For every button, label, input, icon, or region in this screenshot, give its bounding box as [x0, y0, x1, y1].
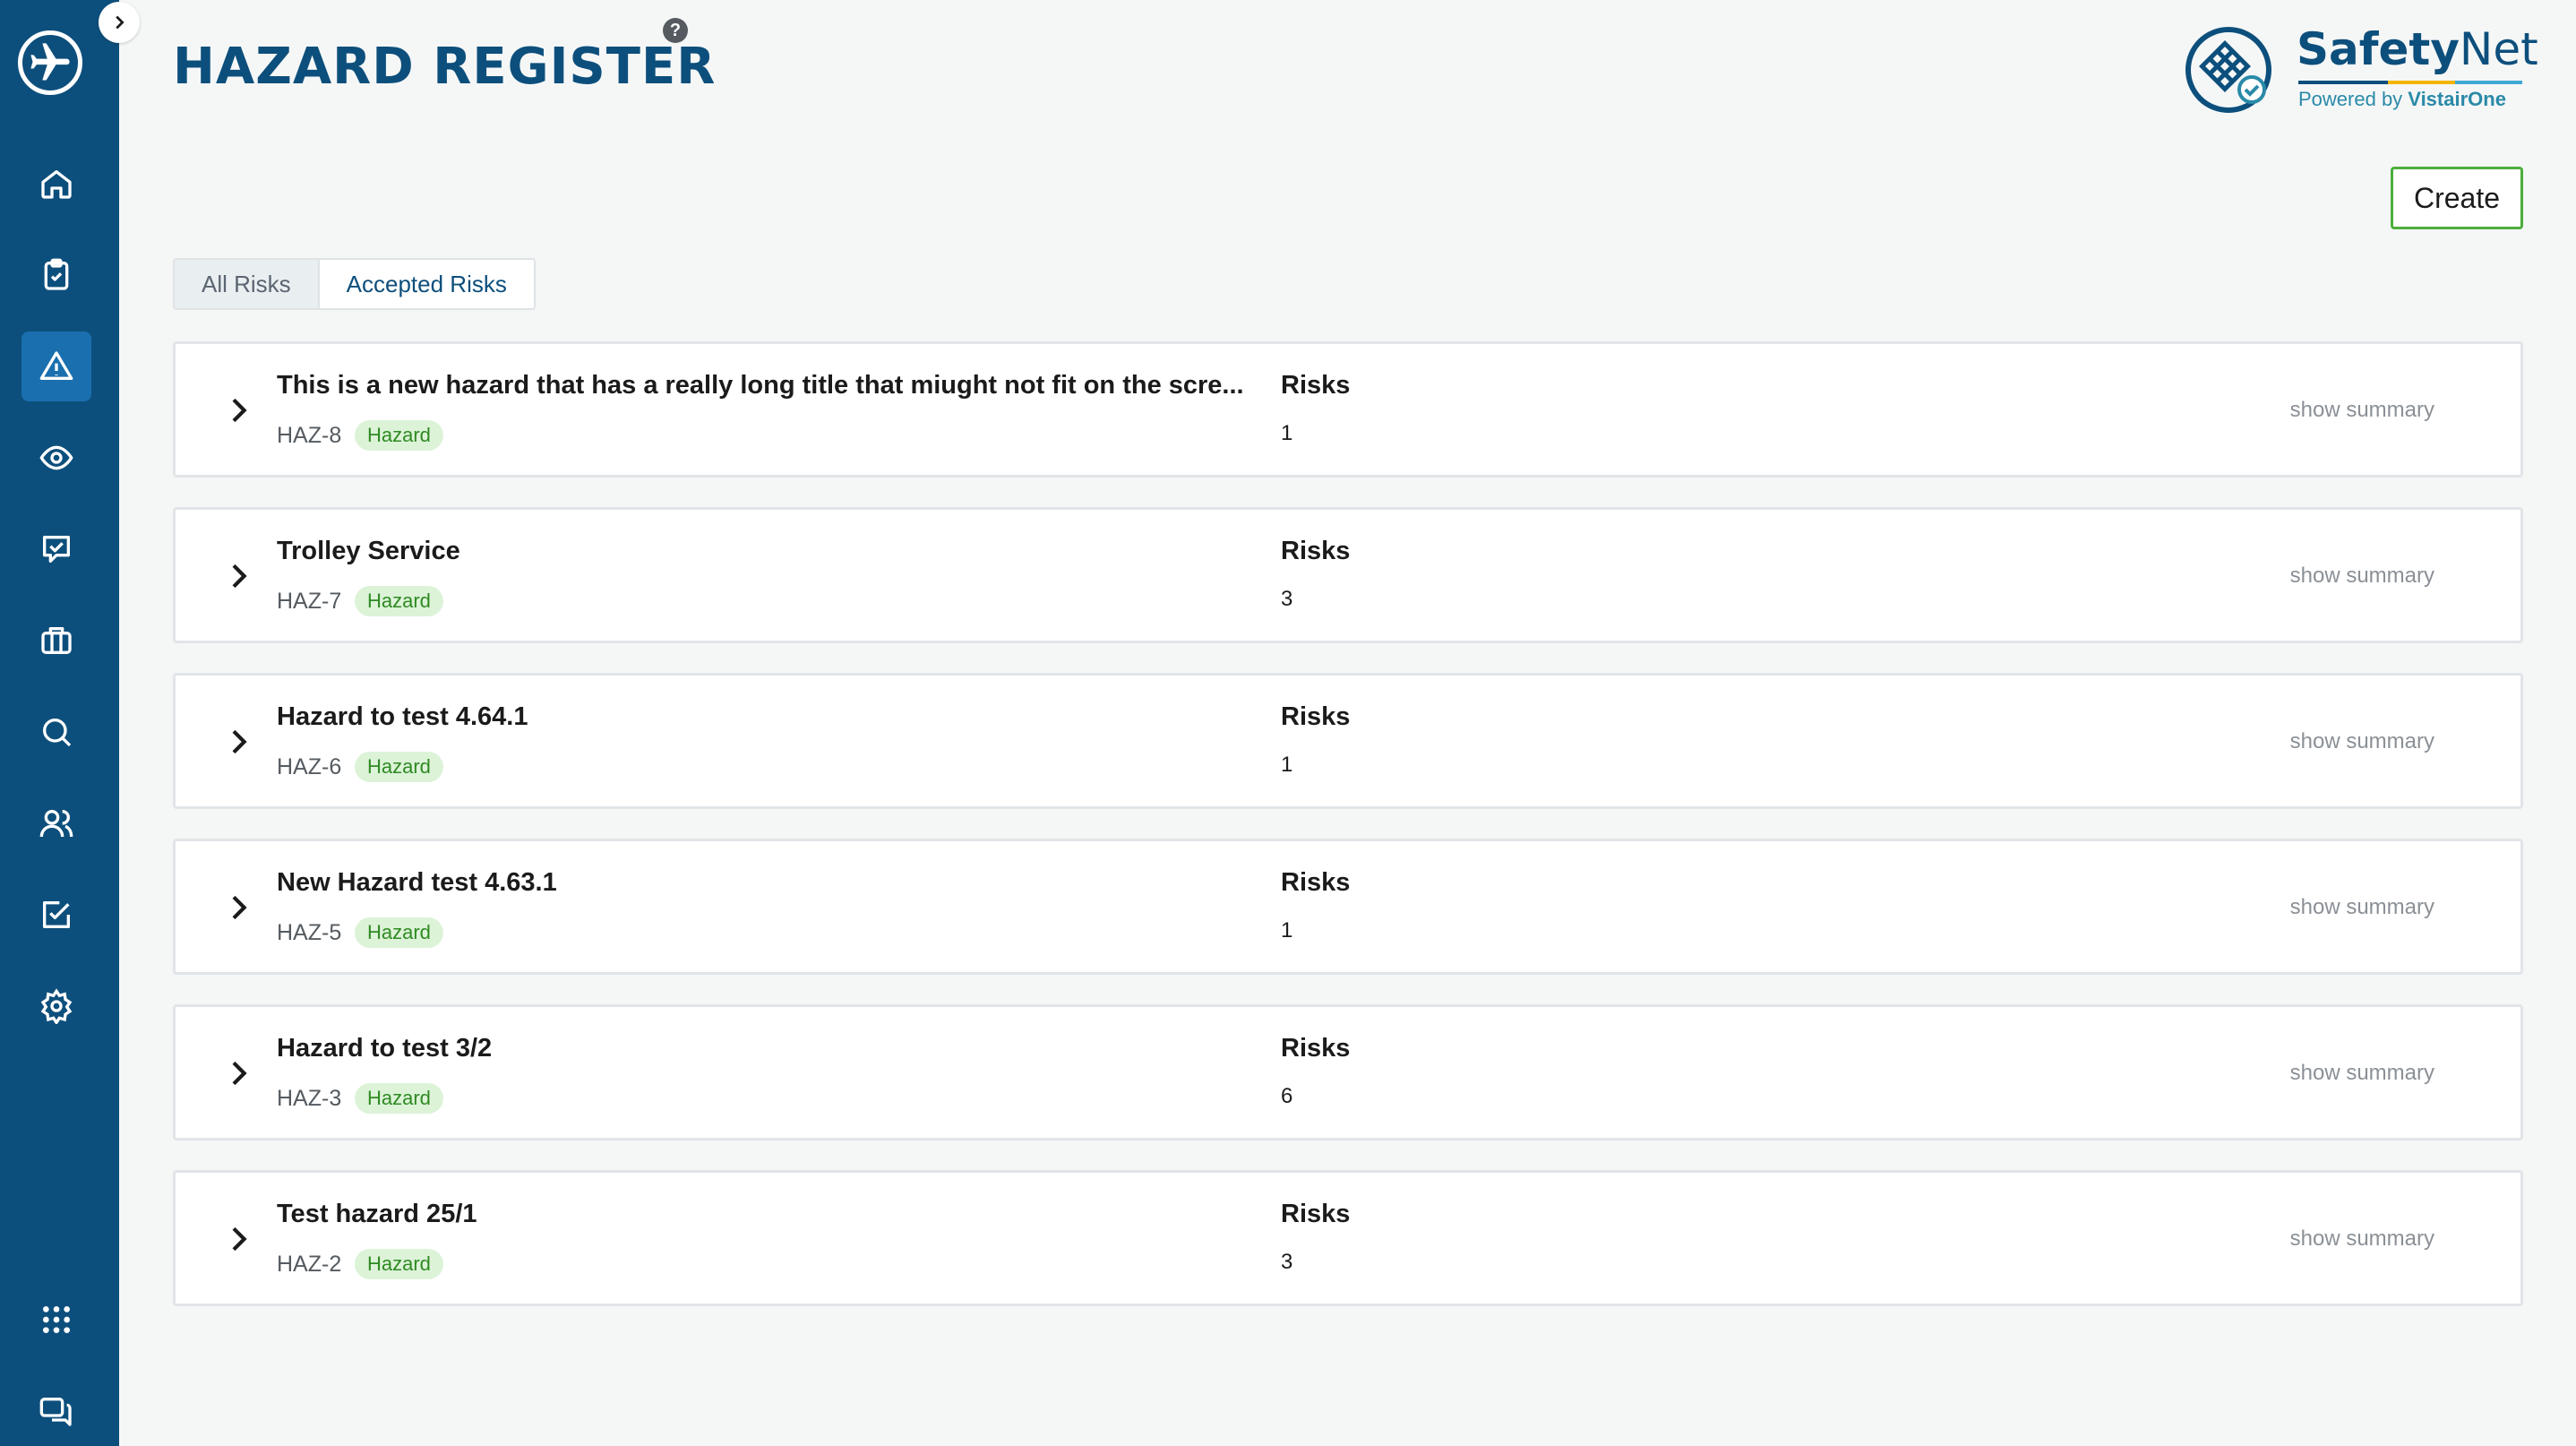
- hazard-type-badge: Hazard: [355, 1249, 443, 1279]
- brand-powered-by: Powered by VistairOne: [2298, 88, 2506, 110]
- risks-count: 1: [1281, 753, 1293, 777]
- risks-count: 1: [1281, 918, 1293, 942]
- risks-count: 3: [1281, 1250, 1293, 1274]
- hazard-id: HAZ-7: [277, 589, 342, 614]
- show-summary-link[interactable]: show summary: [2290, 398, 2434, 423]
- apps-grid-icon[interactable]: [21, 1285, 91, 1355]
- hazard-type-badge: Hazard: [355, 917, 443, 948]
- hazard-card[interactable]: Hazard to test 4.64.1 HAZ-6 Hazard Risks…: [173, 673, 2523, 809]
- risks-label: Risks: [1281, 868, 1351, 897]
- warning-icon[interactable]: [21, 331, 91, 401]
- show-summary-link[interactable]: show summary: [2290, 564, 2434, 589]
- hazard-id: HAZ-2: [277, 1252, 342, 1277]
- risk-tabs: All Risks Accepted Risks: [173, 258, 536, 310]
- hazard-id: HAZ-5: [277, 920, 342, 945]
- show-summary-link[interactable]: show summary: [2290, 895, 2434, 920]
- hazard-card[interactable]: This is a new hazard that has a really l…: [173, 341, 2523, 478]
- hazard-type-badge: Hazard: [355, 420, 443, 451]
- page-title: HAZARD REGISTER: [173, 38, 717, 96]
- show-summary-link[interactable]: show summary: [2290, 1061, 2434, 1086]
- risks-label: Risks: [1281, 371, 1351, 400]
- chevron-right-icon[interactable]: [220, 1221, 256, 1257]
- hazard-id: HAZ-3: [277, 1086, 342, 1111]
- brand-name: SafetyNet: [2297, 23, 2538, 75]
- search-icon[interactable]: [21, 697, 91, 767]
- hazard-title: Hazard to test 4.64.1: [277, 702, 528, 731]
- hazard-type-badge: Hazard: [355, 752, 443, 782]
- risks-label: Risks: [1281, 537, 1351, 565]
- hazard-title: Hazard to test 3/2: [277, 1034, 493, 1063]
- chevron-right-icon[interactable]: [220, 558, 256, 594]
- risks-count: 1: [1281, 421, 1293, 445]
- hazard-type-badge: Hazard: [355, 586, 443, 616]
- show-summary-link[interactable]: show summary: [2290, 729, 2434, 754]
- risks-count: 6: [1281, 1084, 1293, 1108]
- clipboard-check-icon[interactable]: [21, 240, 91, 310]
- chevron-right-icon[interactable]: [220, 724, 256, 760]
- airplane-logo-icon[interactable]: [18, 30, 82, 95]
- hazard-title: Trolley Service: [277, 537, 460, 565]
- safetynet-logo-icon: [2185, 27, 2271, 113]
- hazard-card[interactable]: Hazard to test 3/2 HAZ-3 Hazard Risks 6 …: [173, 1004, 2523, 1140]
- chevron-right-icon[interactable]: [220, 392, 256, 428]
- checkbox-edit-icon[interactable]: [21, 880, 91, 950]
- home-icon[interactable]: [21, 149, 91, 219]
- brand-logo: SafetyNet Powered by VistairOne: [2184, 23, 2538, 116]
- help-icon[interactable]: ?: [663, 18, 688, 43]
- hazard-list: This is a new hazard that has a really l…: [173, 341, 2523, 1336]
- gear-icon[interactable]: [21, 971, 91, 1041]
- hazard-title: This is a new hazard that has a really l…: [277, 371, 1244, 400]
- hazard-title: Test hazard 25/1: [277, 1200, 477, 1228]
- hazard-id: HAZ-8: [277, 423, 342, 448]
- risks-label: Risks: [1281, 702, 1351, 731]
- hazard-card[interactable]: New Hazard test 4.63.1 HAZ-5 Hazard Risk…: [173, 839, 2523, 975]
- hazard-card[interactable]: Trolley Service HAZ-7 Hazard Risks 3 sho…: [173, 507, 2523, 643]
- message-check-icon[interactable]: [21, 514, 91, 584]
- chat-bubbles-icon[interactable]: [21, 1376, 91, 1446]
- brand-underline: [2298, 81, 2522, 84]
- eye-icon[interactable]: [21, 423, 91, 493]
- sidebar-expand-button[interactable]: [99, 2, 140, 43]
- hazard-title: New Hazard test 4.63.1: [277, 868, 557, 897]
- tab-accepted-risks[interactable]: Accepted Risks: [319, 260, 534, 308]
- show-summary-link[interactable]: show summary: [2290, 1227, 2434, 1252]
- hazard-type-badge: Hazard: [355, 1083, 443, 1114]
- risks-label: Risks: [1281, 1034, 1351, 1063]
- risks-count: 3: [1281, 587, 1293, 611]
- briefcase-icon[interactable]: [21, 606, 91, 676]
- chevron-right-icon[interactable]: [220, 890, 256, 925]
- chevron-right-icon[interactable]: [220, 1055, 256, 1091]
- users-icon[interactable]: [21, 788, 91, 858]
- hazard-id: HAZ-6: [277, 754, 342, 779]
- risks-label: Risks: [1281, 1200, 1351, 1228]
- create-button[interactable]: Create: [2391, 167, 2523, 229]
- sidebar: [0, 0, 119, 1446]
- tab-all-risks[interactable]: All Risks: [175, 260, 320, 308]
- hazard-card[interactable]: Test hazard 25/1 HAZ-2 Hazard Risks 3 sh…: [173, 1170, 2523, 1306]
